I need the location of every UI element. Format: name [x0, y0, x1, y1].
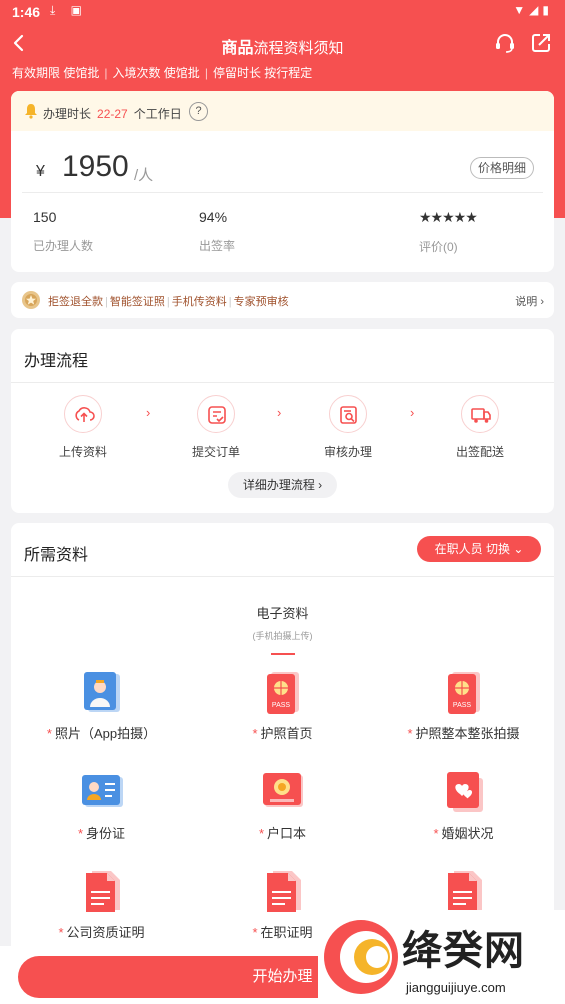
step-label: 上传资料: [58, 445, 107, 459]
watermark-url: jiangguijiuye.com: [406, 980, 506, 995]
step-upload: 上传资料: [38, 395, 128, 460]
signal-battery-icon: ▼◢▮: [513, 3, 553, 17]
stat-value: 94%: [199, 209, 228, 225]
title-bold: 商品: [221, 40, 254, 57]
step-label: 提交订单: [191, 445, 240, 459]
watermark: 绛癸网 jiangguijiuye.com: [318, 910, 565, 1004]
step-submit: 提交订单: [171, 395, 261, 460]
submit-order-icon: [197, 395, 235, 433]
guarantee-bar[interactable]: 拒签退全款 | 智能签证照 | 手机传资料 | 专家预审核 说明 ›: [11, 282, 554, 318]
tag-validity: 有效期限 使馆批: [12, 66, 100, 80]
section-title: 所需资料: [24, 547, 89, 564]
status-bar: 1:46 ⤓ ▣ ▼◢▮: [0, 0, 565, 24]
passport-icon: PASS: [260, 669, 306, 715]
tag-entries: 入境次数 使馆批: [112, 66, 200, 80]
material-label: 护照首页: [260, 726, 313, 741]
guarantee-items: 拒签退全款 | 智能签证照 | 手机传资料 | 专家预审核: [48, 296, 289, 308]
stat-applicants: 150 已办理人数: [33, 209, 93, 254]
material-id-card[interactable]: * 身份证: [11, 769, 192, 842]
divider: [11, 576, 554, 577]
price-amount: 1950: [62, 150, 129, 183]
processing-days: 22-27: [97, 107, 128, 121]
material-photo[interactable]: * 照片（App拍摄）: [11, 669, 192, 742]
delivery-truck-icon: [461, 395, 499, 433]
tab-underline: [270, 653, 295, 655]
material-label: 身份证: [86, 826, 126, 841]
customer-service-icon[interactable]: [493, 31, 517, 55]
share-icon[interactable]: [529, 31, 553, 55]
document-icon: [260, 868, 306, 914]
page-title: 商品流程资料须知: [0, 34, 565, 58]
household-register-icon: [260, 769, 306, 815]
stat-label: 已办理人数: [33, 239, 94, 253]
photo-icon: [79, 669, 125, 715]
help-icon[interactable]: ?: [189, 102, 208, 121]
explain-link[interactable]: 说明 ›: [515, 293, 544, 309]
step-label: 审核办理: [323, 445, 372, 459]
price-detail-button[interactable]: 价格明细: [469, 157, 534, 179]
stat-label: 评价(0): [419, 240, 458, 254]
material-label: 在职证明: [260, 925, 313, 940]
stat-rating[interactable]: ★★★★★ 评价(0): [419, 209, 478, 255]
materials-section: 所需资料 在职人员 切换 ⌄ 电子资料 (手机拍摄上传) * 照片（App拍摄） …: [11, 523, 554, 963]
review-icon: [329, 395, 367, 433]
document-icon: [441, 868, 487, 914]
status-time: 1:46: [12, 4, 41, 20]
material-household-register[interactable]: * 户口本: [192, 769, 373, 842]
seal-badge-icon: [21, 290, 41, 313]
document-icon: [79, 868, 125, 914]
processing-time-label: 办理时长 22-27 个工作日: [43, 107, 182, 121]
svg-text:PASS: PASS: [271, 702, 289, 709]
marriage-icon: [441, 769, 487, 815]
stats-row: 150 已办理人数 94% 出签率 ★★★★★ 评价(0): [11, 193, 554, 271]
stat-value: 150: [33, 209, 57, 225]
chevron-right-icon: ›: [540, 296, 544, 308]
divider: [11, 382, 554, 383]
material-label: 公司资质证明: [66, 925, 145, 940]
price-unit: /人: [134, 167, 154, 184]
material-label: 户口本: [267, 826, 307, 841]
upload-icon: [64, 395, 102, 433]
material-label: 护照整本整张拍摄: [415, 726, 520, 741]
material-company-qualification[interactable]: * 公司资质证明: [11, 868, 192, 941]
step-label: 出签配送: [455, 445, 504, 459]
visa-tags: 有效期限 使馆批 | 入境次数 使馆批 | 停留时长 按行程定: [12, 66, 313, 80]
id-card-icon: [79, 769, 125, 815]
material-passport-first-page[interactable]: PASS * 护照首页: [192, 669, 373, 742]
material-label: 照片（App拍摄）: [54, 726, 157, 741]
currency-symbol: ¥: [36, 163, 45, 180]
chevron-right-icon: ›: [146, 405, 151, 420]
price-row: ¥ 1950 /人 价格明细: [22, 131, 543, 193]
rating-stars: ★★★★★: [419, 209, 478, 225]
passport-icon: PASS: [441, 669, 487, 715]
tab-title: 电子资料: [256, 606, 309, 621]
step-review: 审核办理: [303, 395, 393, 460]
chevron-right-icon: ›: [318, 478, 323, 492]
title-rest: 流程资料须知: [253, 40, 344, 57]
summary-card: 办理时长 22-27 个工作日 ? ¥ 1950 /人 价格明细 150 已办理人数…: [11, 91, 554, 272]
material-passport-full[interactable]: PASS * 护照整本整张拍摄: [373, 669, 554, 742]
bell-icon: [23, 103, 39, 122]
stat-approval-rate: 94% 出签率: [199, 209, 235, 254]
applicant-type-switch-button[interactable]: 在职人员 切换 ⌄: [417, 536, 541, 562]
stat-label: 出签率: [199, 239, 236, 253]
detailed-process-button[interactable]: 详细办理流程 ›: [228, 472, 337, 498]
process-section: 办理流程 上传资料 › 提交订单 › 审核办理 › 出签配送 详细办理流程 ›: [11, 329, 554, 513]
section-title: 办理流程: [24, 353, 89, 370]
watermark-name: 绛癸网: [402, 928, 525, 974]
download-icon: ⤓ ▣: [50, 3, 88, 17]
tag-stay: 停留时长 按行程定: [212, 66, 313, 80]
watermark-logo-icon: [322, 918, 400, 1001]
chevron-right-icon: ›: [277, 405, 282, 420]
chevron-down-icon: ⌄: [513, 542, 524, 556]
tab-subtitle: (手机拍摄上传): [252, 631, 313, 641]
processing-time-notice: 办理时长 22-27 个工作日 ?: [11, 91, 554, 131]
material-label: 婚姻状况: [441, 826, 494, 841]
svg-text:PASS: PASS: [452, 702, 470, 709]
step-delivery: 出签配送: [435, 395, 525, 460]
material-marital-status[interactable]: * 婚姻状况: [373, 769, 554, 842]
chevron-right-icon: ›: [410, 405, 415, 420]
tab-electronic-materials[interactable]: 电子资料 (手机拍摄上传): [11, 603, 554, 655]
nav-bar: 商品流程资料须知: [0, 28, 565, 60]
